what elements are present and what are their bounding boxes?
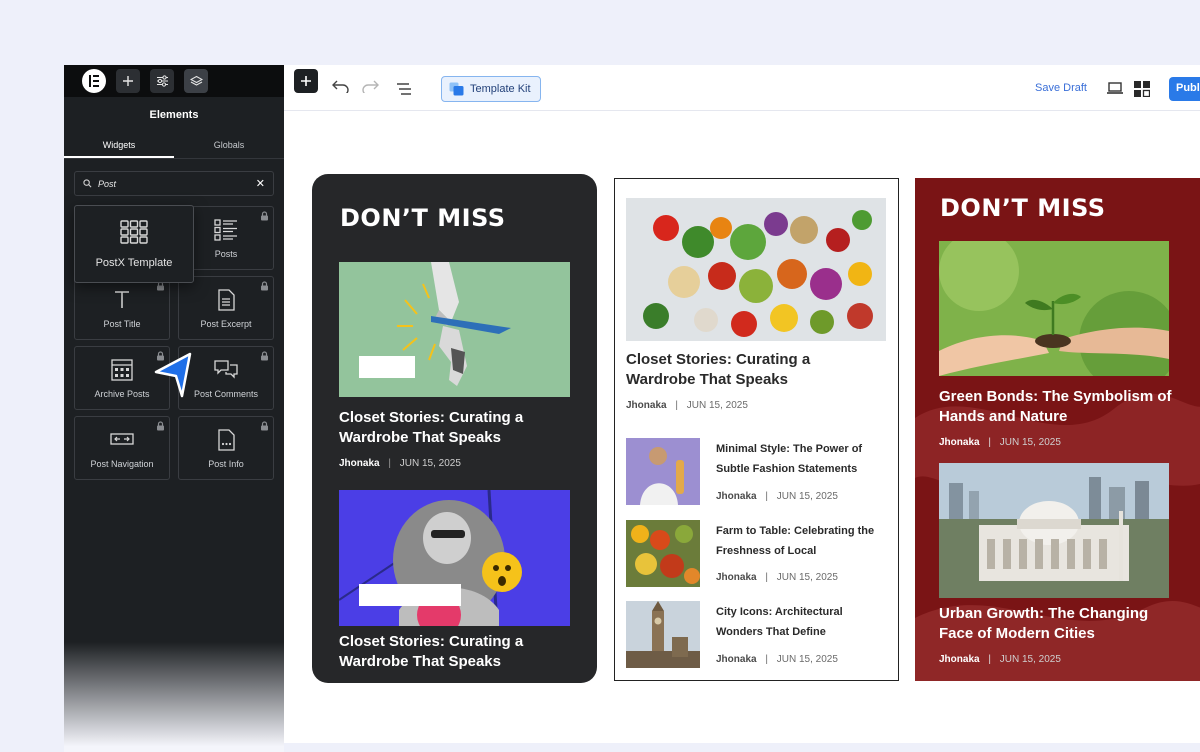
post-title[interactable]: Green Bonds: The Symbolism of Hands and … [939,387,1174,427]
panel-fade [64,642,284,752]
post-thumb-man-bottle[interactable] [626,438,700,505]
templates-icon[interactable] [1134,81,1150,97]
post-meta: Jhonaka | JUN 15, 2025 [939,654,1061,665]
dont-miss-red-card[interactable]: DON’T MISS Green Bonds: The Symbolism of… [915,178,1200,681]
post-date: JUN 15, 2025 [776,491,838,502]
document-icon [179,289,273,311]
post-image-woman-phone[interactable] [339,490,570,626]
publish-button[interactable]: Publish [1169,77,1200,101]
post-title[interactable]: Farm to Table: Celebrating the Freshness… [716,521,876,561]
category-badge [359,584,461,606]
post-image-hands-sprout[interactable] [939,241,1169,376]
tab-widgets[interactable]: Widgets [64,133,174,158]
undo-icon[interactable] [332,79,350,93]
post-title[interactable]: Closet Stories: Curating a Wardrobe That… [626,350,876,390]
card-heading: DON’T MISS [340,204,506,232]
template-kit-button[interactable]: Template Kit [441,76,541,102]
post-info-icon [179,429,273,451]
editor-toolbar: Template Kit Save Draft Publish [284,65,1200,111]
post-title[interactable]: Minimal Style: The Power of Subtle Fashi… [716,439,876,479]
redo-icon[interactable] [361,79,379,93]
widget-post-navigation[interactable]: Post Navigation [74,416,170,480]
widget-post-excerpt[interactable]: Post Excerpt [178,276,274,340]
post-date: JUN 15, 2025 [776,572,838,583]
plus-icon [301,76,311,86]
dont-miss-dark-card[interactable]: DON’T MISS Closet Stories: Curating a Wa… [312,174,597,683]
elements-panel: Elements Widgets Globals ✕ PostX Templat… [64,65,284,752]
post-title[interactable]: Closet Stories: Curating a Wardrobe That… [339,632,574,672]
post-date: JUN 15, 2025 [999,654,1061,665]
post-meta: Jhonaka | JUN 15, 2025 [626,400,748,411]
post-author[interactable]: Jhonaka [939,654,980,665]
widget-label: Post Info [208,459,244,469]
panel-title: Elements [149,109,199,121]
post-title[interactable]: Urban Growth: The Changing Face of Moder… [939,604,1174,644]
widget-label: PostX Template [95,257,173,269]
add-section-button[interactable] [294,69,318,93]
post-meta: Jhonaka | JUN 15, 2025 [716,491,838,502]
widget-post-title[interactable]: Post Title [74,276,170,340]
navigation-arrows-icon [75,429,169,449]
post-author[interactable]: Jhonaka [626,400,667,411]
post-thumb-farm-produce[interactable] [626,520,700,587]
tab-globals[interactable]: Globals [174,133,284,158]
card-heading: DON’T MISS [940,194,1106,222]
post-date: JUN 15, 2025 [686,400,748,411]
widget-label: Post Title [103,319,141,329]
category-badge [359,356,415,378]
post-meta: Jhonaka | JUN 15, 2025 [339,458,461,469]
post-image-vegetables[interactable] [626,198,886,341]
post-author[interactable]: Jhonaka [716,654,757,665]
grid-icon [75,220,193,244]
save-draft-button[interactable]: Save Draft [1035,82,1087,94]
clear-search-icon[interactable]: ✕ [256,177,265,190]
structure-list-icon[interactable] [396,83,412,95]
elementor-logo-icon[interactable] [82,69,106,93]
layers-icon [189,75,203,86]
sliders-icon [156,75,168,87]
template-kit-label: Template Kit [470,83,531,95]
post-title[interactable]: City Icons: Architectural Wonders That D… [716,602,876,642]
cursor-pointer-icon [154,352,192,398]
post-thumb-big-ben[interactable] [626,601,700,668]
post-meta: Jhonaka | JUN 15, 2025 [716,572,838,583]
widget-label: Post Excerpt [200,319,252,329]
structure-button[interactable] [184,69,208,93]
panel-tabs: Widgets Globals [64,133,284,159]
post-date: JUN 15, 2025 [399,458,461,469]
widget-postx-template[interactable]: PostX Template [74,205,194,283]
add-element-button[interactable] [116,69,140,93]
post-author[interactable]: Jhonaka [716,491,757,502]
post-list-card[interactable]: Closet Stories: Curating a Wardrobe That… [614,178,899,681]
panel-topbar [64,65,284,97]
post-author[interactable]: Jhonaka [939,437,980,448]
widget-label: Post Navigation [90,459,154,469]
post-meta: Jhonaka | JUN 15, 2025 [939,437,1061,448]
post-author[interactable]: Jhonaka [716,572,757,583]
post-date: JUN 15, 2025 [776,654,838,665]
widget-post-info[interactable]: Post Info [178,416,274,480]
post-title[interactable]: Closet Stories: Curating a Wardrobe That… [339,408,574,448]
widget-search[interactable]: ✕ [74,171,274,196]
template-kit-icon [449,82,464,96]
post-meta: Jhonaka | JUN 15, 2025 [716,654,838,665]
post-image-city-mosque[interactable] [939,463,1169,598]
site-settings-button[interactable] [150,69,174,93]
plus-icon [123,76,133,86]
laptop-preview-icon[interactable] [1107,82,1123,95]
editor-canvas: DON’T MISS Closet Stories: Curating a Wa… [284,111,1200,743]
post-image-hand-figure[interactable] [339,262,570,397]
title-icon [75,289,169,311]
search-input[interactable] [98,178,250,189]
post-date: JUN 15, 2025 [999,437,1061,448]
post-author[interactable]: Jhonaka [339,458,380,469]
search-icon [83,179,92,188]
